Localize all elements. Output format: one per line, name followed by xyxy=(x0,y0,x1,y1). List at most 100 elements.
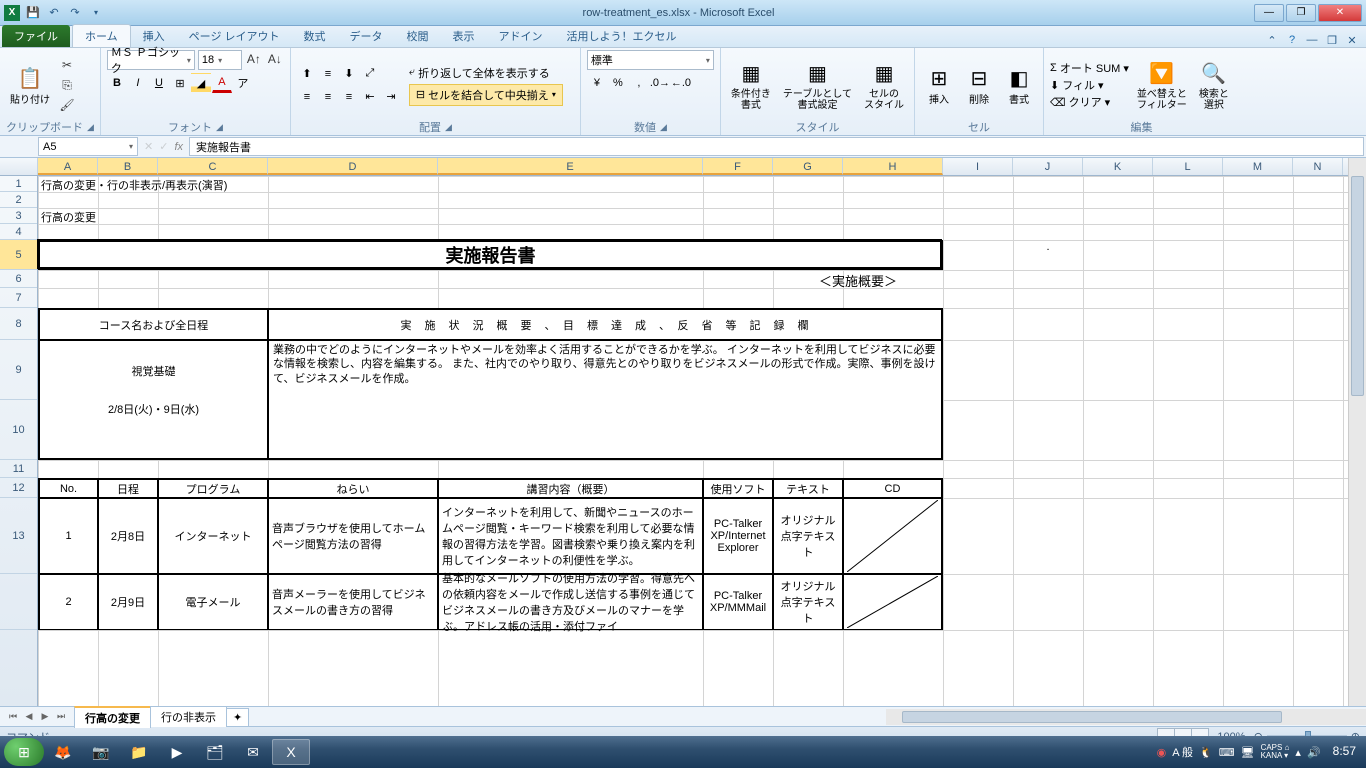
enter-formula-icon[interactable]: ✓ xyxy=(159,140,168,153)
sheet-tab-2[interactable]: 行の非表示 xyxy=(150,706,227,727)
taskbar-app-2[interactable]: 📷 xyxy=(82,739,120,765)
hdr-no[interactable]: No. xyxy=(38,478,98,498)
col-head-M[interactable]: M xyxy=(1223,158,1293,175)
row-2-c0[interactable]: 2 xyxy=(38,574,98,630)
align-top-icon[interactable]: ⬆ xyxy=(297,64,317,84)
row-2-c2[interactable]: 電子メール xyxy=(158,574,268,630)
summary-text[interactable]: 業務の中でどのようにインターネットやメールを効率よく活用することができるかを学ぶ… xyxy=(268,340,943,460)
percent-icon[interactable]: % xyxy=(608,73,628,93)
number-launcher-icon[interactable]: ◢ xyxy=(660,122,667,133)
border-button[interactable]: ⊞ xyxy=(170,73,190,93)
horizontal-scrollbar[interactable] xyxy=(886,709,1366,725)
table-format-button[interactable]: ▦テーブルとして 書式設定 xyxy=(779,57,856,113)
row-2-cd[interactable] xyxy=(843,574,943,630)
taskbar-app-1[interactable]: 🦊 xyxy=(44,739,82,765)
font-name-combo[interactable]: ＭＳ Ｐゴシック▾ xyxy=(107,50,195,70)
tray-up-icon[interactable]: ▴ xyxy=(1295,746,1301,759)
minimize-ribbon-icon[interactable]: ⌃ xyxy=(1264,34,1280,47)
formula-input[interactable]: 実施報告書 xyxy=(189,137,1364,156)
font-launcher-icon[interactable]: ◢ xyxy=(216,122,223,133)
col-head-L[interactable]: L xyxy=(1153,158,1223,175)
number-format-combo[interactable]: 標準▾ xyxy=(587,50,714,70)
format-painter-icon[interactable]: 🖌 xyxy=(58,96,76,114)
hdr-content[interactable]: 講習内容（概要） xyxy=(438,478,703,498)
align-left-icon[interactable]: ≡ xyxy=(297,87,317,107)
sheet-nav-prev-icon[interactable]: ◀ xyxy=(22,711,36,722)
row-2-c4[interactable]: 基本的なメールソフトの使用方法の学習。得意先への依頼内容をメールで作成し送信する… xyxy=(438,574,703,630)
decrease-decimal-icon[interactable]: ←.0 xyxy=(671,73,691,93)
formulas-tab[interactable]: 数式 xyxy=(292,25,338,47)
col-head-N[interactable]: N xyxy=(1293,158,1343,175)
tray-icon-1[interactable]: ◉ xyxy=(1157,746,1167,759)
workbook-close-icon[interactable]: ✕ xyxy=(1344,34,1360,47)
align-bottom-icon[interactable]: ⬇ xyxy=(339,64,359,84)
tray-icon-3[interactable]: ⌨ xyxy=(1219,746,1235,759)
row-2-c5[interactable]: PC-Talker XP/MMMail xyxy=(703,574,773,630)
view-tab[interactable]: 表示 xyxy=(441,25,487,47)
autosum-button[interactable]: Σオート SUM ▾ xyxy=(1050,60,1129,76)
row-head-1[interactable]: 1 xyxy=(0,176,37,192)
decrease-font-icon[interactable]: A↓ xyxy=(266,50,284,68)
cut-icon[interactable]: ✂ xyxy=(58,56,76,74)
file-tab[interactable]: ファイル xyxy=(2,25,70,47)
addins-tab[interactable]: アドイン xyxy=(487,25,555,47)
col-head-B[interactable]: B xyxy=(98,158,158,175)
row-2-c3[interactable]: 音声メーラーを使用してビジネスメールの書き方の習得 xyxy=(268,574,438,630)
tray-icon-2[interactable]: 🐧 xyxy=(1199,746,1213,759)
orientation-icon[interactable]: ⤢ xyxy=(360,64,380,84)
row-1-c6[interactable]: オリジナル点字テキスト xyxy=(773,498,843,574)
decrease-indent-icon[interactable]: ⇤ xyxy=(360,87,380,107)
row-head-3[interactable]: 3 xyxy=(0,208,37,224)
col-head-K[interactable]: K xyxy=(1083,158,1153,175)
row-head-10[interactable]: 10 xyxy=(0,400,37,460)
conditional-format-button[interactable]: ▦条件付き 書式 xyxy=(727,57,775,113)
course-name[interactable]: 視覚基礎 xyxy=(38,340,268,400)
sort-filter-button[interactable]: 🔽並べ替えと フィルター xyxy=(1133,57,1191,113)
start-button[interactable]: ⊞ xyxy=(4,738,44,766)
row-1-c2[interactable]: インターネット xyxy=(158,498,268,574)
format-cells-button[interactable]: ◧書式 xyxy=(1001,63,1037,108)
taskbar-app-5[interactable]: 🗂 xyxy=(196,739,234,765)
minimize-button[interactable]: — xyxy=(1254,4,1284,22)
overview-label[interactable]: ＜実施概要＞ xyxy=(773,270,943,288)
col-head-F[interactable]: F xyxy=(703,158,773,175)
row-head-5[interactable]: 5 xyxy=(0,240,37,270)
qat-dropdown-icon[interactable]: ▾ xyxy=(87,4,105,22)
underline-button[interactable]: U xyxy=(149,73,169,93)
cell-style-button[interactable]: ▦セルの スタイル xyxy=(860,57,908,113)
row-head-13[interactable]: 13 xyxy=(0,498,37,574)
font-color-button[interactable]: A xyxy=(212,73,232,93)
col-head-A[interactable]: A xyxy=(38,158,98,175)
fill-color-button[interactable]: ◢ xyxy=(191,73,211,93)
increase-indent-icon[interactable]: ⇥ xyxy=(381,87,401,107)
col-head-I[interactable]: I xyxy=(943,158,1013,175)
name-box[interactable]: A5▾ xyxy=(38,137,138,156)
redo-icon[interactable]: ↷ xyxy=(66,4,84,22)
help-icon[interactable]: ? xyxy=(1284,34,1300,47)
find-select-button[interactable]: 🔍検索と 選択 xyxy=(1195,57,1233,113)
col-head-J[interactable]: J xyxy=(1013,158,1083,175)
fx-icon[interactable]: fx xyxy=(174,141,183,153)
hdr-course[interactable]: コース名および全日程 xyxy=(38,308,268,340)
tray-icon-4[interactable]: 🖥 xyxy=(1241,746,1255,759)
row-1-c1[interactable]: 2月8日 xyxy=(98,498,158,574)
alignment-launcher-icon[interactable]: ◢ xyxy=(445,122,452,133)
maximize-button[interactable]: ❐ xyxy=(1286,4,1316,22)
undo-icon[interactable]: ↶ xyxy=(45,4,63,22)
hdr-soft[interactable]: 使用ソフト xyxy=(703,478,773,498)
row-head-[interactable] xyxy=(0,574,37,630)
align-center-icon[interactable]: ≡ xyxy=(318,87,338,107)
delete-cells-button[interactable]: ⊟削除 xyxy=(961,63,997,108)
col-head-C[interactable]: C xyxy=(158,158,268,175)
row-1-c0[interactable]: 1 xyxy=(38,498,98,574)
col-head-G[interactable]: G xyxy=(773,158,843,175)
comma-icon[interactable]: , xyxy=(629,73,649,93)
cancel-formula-icon[interactable]: ✕ xyxy=(144,140,153,153)
volume-icon[interactable]: 🔊 xyxy=(1307,746,1321,759)
course-dates[interactable]: 2/8日(火)・9日(水) xyxy=(38,400,268,460)
clock[interactable]: 8:57 xyxy=(1327,745,1362,758)
taskbar-app-3[interactable]: 📁 xyxy=(120,739,158,765)
row-head-8[interactable]: 8 xyxy=(0,308,37,340)
cell-a3[interactable]: 行高の変更 xyxy=(38,208,268,224)
taskbar-app-excel[interactable]: X xyxy=(272,739,310,765)
